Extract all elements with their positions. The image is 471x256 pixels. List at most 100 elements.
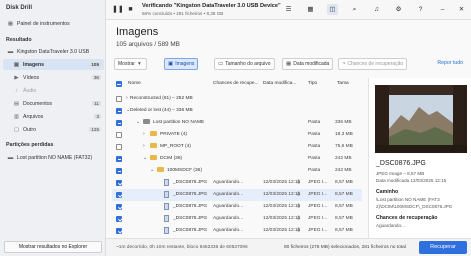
- sidebar-item-label: Vídeos: [23, 74, 40, 81]
- count-badge: 36: [91, 75, 101, 80]
- chevron-right-icon[interactable]: ›: [143, 131, 145, 137]
- sidebar-item-images[interactable]: ▣ Imagens 105: [3, 59, 104, 70]
- filter-bar: Mostrar ▾ ▣ Imagens ▭ Tamanho do arquivo…: [106, 58, 471, 72]
- table-row[interactable]: ⌄ 100MSDCF (36) Pasta 242 MB: [112, 165, 362, 177]
- row-checkbox[interactable]: [116, 108, 122, 114]
- row-type: JPEG I...: [308, 180, 328, 185]
- column-chances[interactable]: Chances de recupe...: [213, 81, 259, 86]
- row-type: JPEG I...: [308, 192, 328, 197]
- table-row[interactable]: ⌄ DCIM (36) Pasta 242 MB: [112, 153, 362, 165]
- column-date[interactable]: Data modifica...: [263, 81, 296, 86]
- row-checkbox[interactable]: [116, 192, 122, 198]
- row-checkbox[interactable]: [116, 156, 122, 162]
- show-dropdown[interactable]: Mostrar ▾: [114, 58, 147, 70]
- row-type: Pasta: [308, 132, 321, 137]
- column-name[interactable]: Nome: [128, 81, 141, 86]
- column-type[interactable]: Tipo: [308, 81, 317, 86]
- sidebar-item-archives[interactable]: ▥ Arquivos 3: [3, 111, 104, 122]
- select-all-checkbox[interactable]: [116, 81, 122, 87]
- chevron-down-icon[interactable]: ⌄: [150, 167, 154, 173]
- chevron-down-icon[interactable]: ⌄: [136, 119, 140, 125]
- recover-icon[interactable]: ⇩: [296, 215, 301, 222]
- reset-all-link[interactable]: Repor tudo: [437, 60, 463, 66]
- drive-icon: [143, 119, 150, 124]
- sidebar-item-other[interactable]: ▢ Outro 125: [3, 124, 104, 135]
- row-checkbox[interactable]: [116, 96, 122, 102]
- recover-icon[interactable]: ⇩: [296, 179, 301, 186]
- image-file-icon: [164, 203, 169, 210]
- row-checkbox[interactable]: [116, 228, 122, 234]
- column-size[interactable]: Tama: [337, 81, 349, 86]
- list-view-button[interactable]: ☰: [283, 4, 294, 15]
- sidebar-item-videos[interactable]: ▶ Vídeos 36: [3, 72, 104, 83]
- help-icon[interactable]: ?: [415, 4, 426, 15]
- preview-path-line1: \Lost partition NO NAME (FAT3: [376, 197, 440, 202]
- row-chances: Aguardando...: [213, 204, 244, 209]
- row-checkbox[interactable]: [116, 168, 122, 174]
- sidebar: Disk Drill ▦ Painel de instrumentos Resu…: [0, 0, 106, 256]
- row-date: 12/03/2025 12:15: [263, 192, 301, 197]
- row-size: 242 MB: [335, 168, 352, 173]
- sidebar-item-label: Documentos: [23, 100, 53, 107]
- row-size: 8,57 MB: [335, 228, 353, 233]
- minimize-button[interactable]: –: [437, 4, 448, 15]
- table-row[interactable]: _DSC0876.JPG Aguardando... 12/03/2025 12…: [112, 225, 362, 237]
- notifications-icon[interactable]: ♫: [371, 4, 382, 15]
- table-row[interactable]: _DSC0876.JPG Aguardando... 12/03/2025 12…: [112, 177, 362, 189]
- preview-chances-label: Chances de recuperação: [376, 215, 438, 221]
- row-checkbox[interactable]: [116, 216, 122, 222]
- recover-icon[interactable]: ⇩: [296, 191, 301, 198]
- filter-chances-chip[interactable]: ◔ Chances de recuperação: [338, 58, 408, 70]
- row-size: 8,57 MB: [335, 192, 353, 197]
- row-checkbox[interactable]: [116, 180, 122, 186]
- row-size: 336 MB: [335, 120, 352, 125]
- preview-type-size: JPEG Image – 8,57 MB: [376, 171, 425, 176]
- sidebar-item-lost-partition[interactable]: ▬ Lost partition NO NAME (FAT32): [3, 152, 104, 163]
- sidebar-item-audio[interactable]: ♪ Áudio: [3, 85, 104, 96]
- row-name: Lost partition NO NAME: [153, 120, 205, 125]
- preview-path-label: Caminho: [376, 189, 399, 195]
- show-in-explorer-button[interactable]: Mostrar resultados no Explorer: [4, 241, 102, 253]
- pause-button[interactable]: ❚❚: [112, 4, 124, 15]
- table-row[interactable]: ⌄ Deleted or lost (44) – 336 MB: [112, 105, 362, 117]
- recover-icon[interactable]: ⇩: [296, 203, 301, 210]
- stop-button[interactable]: ■: [125, 4, 136, 15]
- chevron-right-icon[interactable]: ›: [143, 143, 145, 149]
- table-row[interactable]: _DSC0876.JPG Aguardando... 12/03/2025 12…: [112, 201, 362, 213]
- size-icon: ▭: [218, 61, 224, 67]
- filter-size-chip[interactable]: ▭ Tamanho do arquivo: [214, 58, 275, 70]
- chevron-right-icon[interactable]: ›: [126, 95, 128, 101]
- row-type: Pasta: [308, 144, 321, 149]
- sidebar-item-documents[interactable]: ▤ Documentos 11: [3, 98, 104, 109]
- table-row[interactable]: › Reconstructed (61) – 252 MB: [112, 93, 362, 105]
- scan-title: Verificando "Kingston DataTraveler 3.0 U…: [142, 3, 281, 9]
- preview-date: Data modificada 12/03/2025 12:15: [376, 178, 447, 183]
- table-row[interactable]: _DSC0876.JPG Aguardando... 12/03/2025 12…: [112, 189, 362, 201]
- folder-icon: [157, 167, 164, 172]
- filter-images-chip[interactable]: ▣ Imagens: [164, 58, 199, 70]
- row-checkbox[interactable]: [116, 132, 122, 138]
- table-row[interactable]: › PRIVATE (4) Pasta 18,3 MB: [112, 129, 362, 141]
- row-name: MP_ROOT (4): [160, 144, 191, 149]
- filter-label: Imagens: [175, 61, 195, 67]
- search-icon[interactable]: ⌕: [349, 4, 360, 15]
- row-checkbox[interactable]: [116, 204, 122, 210]
- grid-view-button[interactable]: ▦: [305, 4, 316, 15]
- sidebar-item-dashboard[interactable]: ▦ Painel de instrumentos: [3, 18, 104, 29]
- sidebar-item-label: Kingston DataTraveler 3.0 USB: [17, 48, 90, 55]
- table-row[interactable]: ⌄ Lost partition NO NAME Pasta 336 MB: [112, 117, 362, 129]
- row-checkbox[interactable]: [116, 144, 122, 150]
- image-file-icon: [164, 215, 169, 222]
- recover-icon[interactable]: ⇩: [296, 227, 301, 234]
- recover-button[interactable]: Recuperar: [419, 241, 467, 254]
- chevron-down-icon[interactable]: ⌄: [143, 155, 147, 161]
- close-button[interactable]: ✕: [456, 4, 467, 15]
- table-row[interactable]: › MP_ROOT (4) Pasta 75,6 MB: [112, 141, 362, 153]
- sidebar-item-device[interactable]: ▬ Kingston DataTraveler 3.0 USB: [3, 46, 104, 57]
- columns-view-button[interactable]: ◫: [327, 4, 338, 15]
- filter-date-chip[interactable]: ▦ Data modificada: [282, 58, 334, 70]
- table-row[interactable]: _DSC0876.JPG Aguardando... 12/03/2025 12…: [112, 213, 362, 225]
- row-size: 8,57 MB: [335, 204, 353, 209]
- settings-icon[interactable]: ⚙: [393, 4, 404, 15]
- row-checkbox[interactable]: [116, 120, 122, 126]
